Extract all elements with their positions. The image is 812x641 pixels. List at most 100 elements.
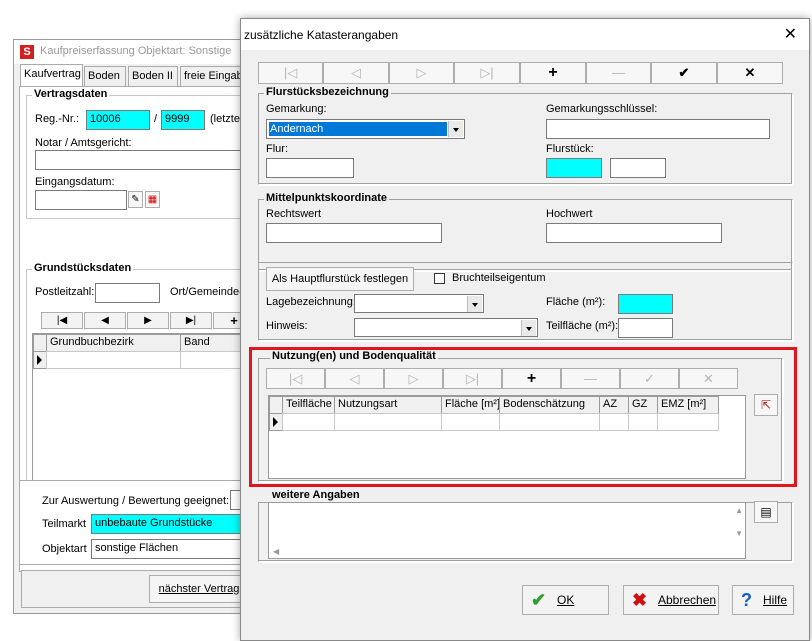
background-window-title: Kaufpreiserfassung Objektart: Sonstige: [40, 45, 232, 57]
remove-record-button[interactable]: —: [586, 62, 651, 84]
teilflaeche-field[interactable]: [618, 318, 673, 338]
notar-label: Notar / Amtsgericht:: [35, 137, 132, 149]
scroll-up-icon[interactable]: ▲: [735, 506, 743, 515]
tab-boden[interactable]: Boden: [84, 66, 126, 86]
rechtswert-field[interactable]: [266, 223, 442, 243]
highlight-box: [249, 347, 797, 487]
weitere-group-label: weitere Angaben: [270, 489, 362, 501]
bg-first-button[interactable]: |◀: [41, 312, 83, 329]
calendar-icon[interactable]: ▦: [145, 191, 160, 208]
hochwert-field[interactable]: [546, 223, 722, 243]
remove-icon: —: [612, 65, 625, 80]
bruchteil-checkbox[interactable]: [434, 273, 445, 284]
background-window: S Kaufpreiserfassung Objektart: Sonstige…: [13, 39, 260, 614]
naechster-vertrag-button[interactable]: nächster Vertrag: [149, 575, 249, 603]
confirm-record-button[interactable]: ✔: [651, 62, 717, 84]
last-icon: ▷|: [480, 65, 494, 80]
app-icon: S: [20, 45, 34, 59]
flurstueck-nummer-field[interactable]: [546, 158, 602, 178]
prev-record-button[interactable]: ◁: [323, 62, 389, 84]
flurstueck-group-label: Flurstücksbezeichnung: [264, 86, 391, 98]
notes-icon[interactable]: ▤: [754, 501, 778, 523]
flur-field[interactable]: [266, 158, 354, 178]
hilfe-button[interactable]: ? Hilfe: [732, 585, 794, 615]
objektart-field[interactable]: sonstige Flächen: [91, 539, 249, 559]
bg-prev-button[interactable]: ◀: [84, 312, 126, 329]
hinweis-label: Hinweis:: [266, 320, 308, 332]
close-icon[interactable]: ✕: [784, 24, 797, 44]
gemarkung-selected-value: Andernach: [269, 122, 447, 136]
flurstueck-label: Flurstück:: [546, 143, 594, 155]
first-record-button[interactable]: |◁: [258, 62, 323, 84]
help-icon: ?: [741, 590, 752, 610]
bruchteil-label: Bruchteilseigentum: [452, 272, 546, 284]
dialog-titlebar: zusätzliche Katasterangaben ✕: [241, 19, 809, 50]
abbrechen-label: Abbrechen: [658, 593, 717, 607]
check-icon: ✔: [678, 65, 690, 80]
last-record-button[interactable]: ▷|: [454, 62, 520, 84]
auswertung-label: Zur Auswertung / Bewertung geeignet:: [42, 495, 230, 507]
add-record-button[interactable]: +: [520, 62, 586, 84]
reg-nr-separator: /: [154, 113, 158, 125]
lagebezeichnung-combobox[interactable]: [354, 294, 484, 313]
column-grundbuchbezirk[interactable]: Grundbuchbezirk: [46, 334, 181, 352]
tab-boden-ii[interactable]: Boden II: [128, 66, 178, 86]
notar-field[interactable]: [35, 150, 255, 170]
chevron-down-icon[interactable]: [467, 296, 482, 312]
hinweis-combobox[interactable]: [354, 318, 538, 337]
hauptflurstueck-button[interactable]: Als Hauptflurstück festlegen: [266, 267, 414, 291]
flurstueck-nenner-field[interactable]: [610, 158, 666, 178]
reg-nr-field-1[interactable]: 10006: [86, 110, 150, 130]
teilflaeche-label: Teilfläche (m²):: [546, 320, 619, 332]
lagebezeichnung-label: Lagebezeichnung:: [266, 296, 356, 308]
hochwert-label: Hochwert: [546, 208, 593, 220]
check-icon: ✔: [531, 590, 547, 610]
ok-label: OK: [557, 593, 575, 607]
objektart-label: Objektart: [42, 543, 87, 555]
cancel-record-button[interactable]: ✕: [717, 62, 783, 84]
rechtswert-label: Rechtswert: [266, 208, 322, 220]
reg-nr-field-2[interactable]: 9999: [161, 110, 205, 130]
grundstuecksdaten-label: Grundstücksdaten: [32, 262, 134, 274]
grid-cell[interactable]: [46, 351, 181, 369]
next-record-button[interactable]: ▷: [389, 62, 454, 84]
first-icon: |◁: [283, 65, 298, 80]
reg-nr-label: Reg.-Nr.:: [35, 113, 80, 125]
add-icon: +: [548, 64, 558, 81]
eingangsdatum-field[interactable]: [35, 190, 127, 210]
tab-kaufvertrag[interactable]: Kaufvertrag: [20, 64, 83, 87]
next-icon: ▷: [416, 65, 427, 80]
abbrechen-button[interactable]: ✖ Abbrechen: [623, 585, 719, 615]
cancel-icon: ✖: [632, 590, 648, 610]
teilmarkt-field[interactable]: unbebaute Grundstücke: [91, 514, 249, 534]
gemarkungsschluessel-label: Gemarkungsschlüssel:: [546, 103, 658, 115]
ort-label: Ort/Gemeinde(: [170, 286, 243, 298]
weitere-textarea[interactable]: ▲ ▼ ◀: [268, 502, 746, 559]
postleitzahl-field[interactable]: [95, 283, 160, 303]
flaeche-field[interactable]: [618, 294, 673, 314]
prev-icon: ◁: [351, 65, 361, 80]
grid-corner: [33, 334, 47, 352]
gemarkungsschluessel-field[interactable]: [546, 119, 770, 139]
cancel-icon: ✕: [744, 65, 756, 80]
dialog-title: zusätzliche Katasterangaben: [244, 28, 399, 42]
scroll-down-icon[interactable]: ▼: [735, 529, 743, 538]
scroll-left-icon[interactable]: ◀: [273, 547, 279, 556]
mittelpunkt-group-label: Mittelpunktskoordinate: [264, 192, 390, 204]
katasterangaben-dialog: zusätzliche Katasterangaben ✕ |◁ ◁ ▷ ▷| …: [240, 18, 810, 641]
bg-last-button[interactable]: ▶|: [170, 312, 212, 329]
ok-button[interactable]: ✔ OK: [522, 585, 609, 615]
flur-label: Flur:: [266, 143, 288, 155]
flaeche-label: Fläche (m²):: [546, 296, 606, 308]
background-titlebar: S Kaufpreiserfassung Objektart: Sonstige: [14, 40, 252, 64]
vertragsdaten-label: Vertragsdaten: [32, 88, 110, 100]
postleitzahl-label: Postleitzahl:: [35, 286, 95, 298]
gemarkung-combobox[interactable]: Andernach: [266, 119, 465, 139]
chevron-down-icon[interactable]: [521, 320, 536, 336]
bg-next-button[interactable]: ▶: [127, 312, 169, 329]
eraser-icon[interactable]: ✎: [128, 191, 143, 208]
gemarkung-label: Gemarkung:: [266, 103, 327, 115]
chevron-down-icon[interactable]: [448, 121, 463, 137]
teilmarkt-label: Teilmarkt: [42, 518, 87, 530]
row-indicator-icon: [33, 351, 47, 369]
